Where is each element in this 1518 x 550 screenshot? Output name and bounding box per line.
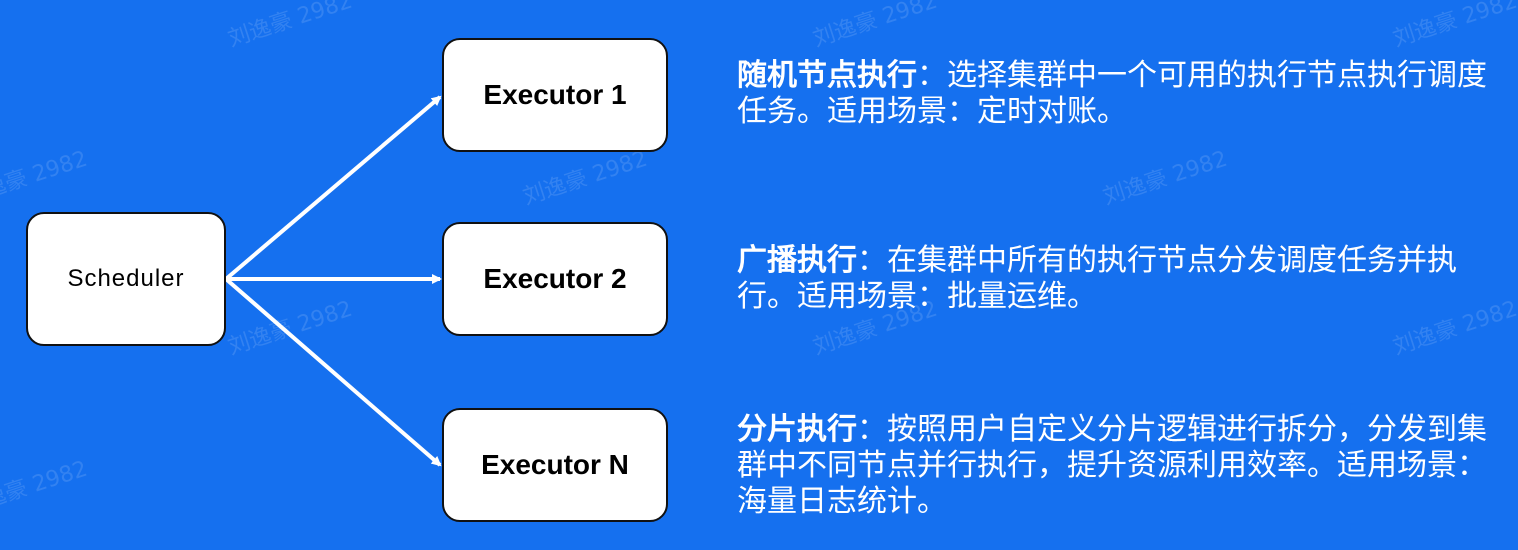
description-title: 分片执行: [737, 412, 857, 447]
description-random-node: 随机节点执行：选择集群中一个可用的执行节点执行调度任务。适用场景：定时对账。: [737, 58, 1497, 130]
description-separator: ：: [857, 243, 887, 278]
description-sharding: 分片执行：按照用户自定义分片逻辑进行拆分，分发到集群中不同节点并行执行，提升资源…: [737, 412, 1497, 520]
executor-node-n: Executor N: [442, 408, 668, 522]
scheduler-node: Scheduler: [26, 212, 226, 346]
description-separator: ：: [917, 58, 947, 93]
executor-label: Executor 1: [483, 79, 627, 110]
scheduler-label: Scheduler: [67, 265, 185, 292]
executor-label: Executor N: [481, 449, 629, 480]
description-title: 随机节点执行: [737, 58, 917, 93]
executor-node-2: Executor 2: [442, 222, 668, 336]
arrow-to-executor-1: [224, 95, 442, 281]
arrow-to-executor-n: [224, 277, 442, 467]
description-broadcast: 广播执行：在集群中所有的执行节点分发调度任务并执行。适用场景：批量运维。: [737, 243, 1497, 315]
executor-node-1: Executor 1: [442, 38, 668, 152]
description-title: 广播执行: [737, 243, 857, 278]
executor-label: Executor 2: [483, 263, 627, 294]
description-separator: ：: [857, 412, 887, 447]
